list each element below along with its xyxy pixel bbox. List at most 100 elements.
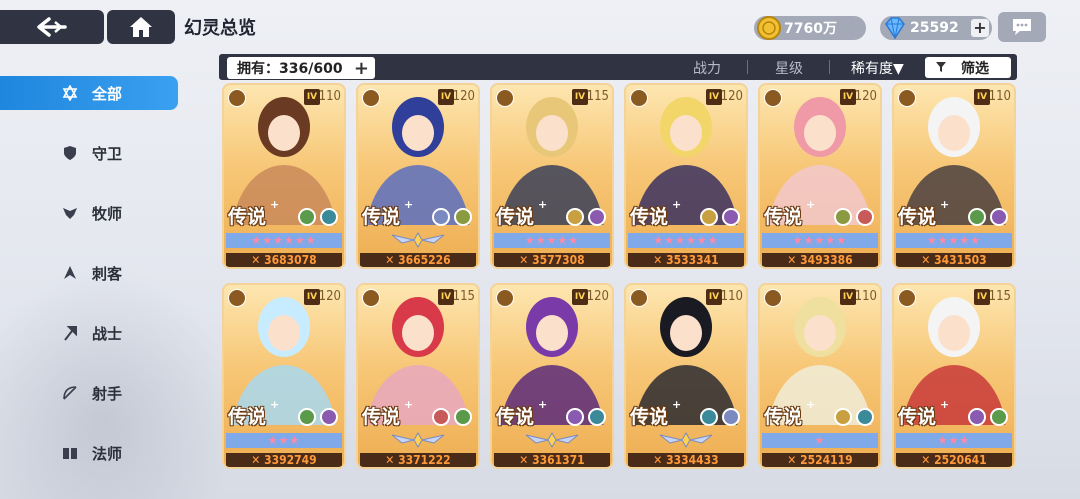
rarity-plus-icon: + xyxy=(404,198,414,211)
element-badge xyxy=(588,208,606,226)
tier-badge: IV xyxy=(438,289,454,305)
sidebar-item-1[interactable]: 守卫 xyxy=(0,136,180,170)
star-rating: ★★★★★ xyxy=(762,233,878,248)
combat-power: ✕ 2520641 xyxy=(896,453,1012,467)
element-badges xyxy=(968,408,1008,426)
element-badges xyxy=(834,408,874,426)
hero-level: 120 xyxy=(452,89,475,104)
sort-by-star[interactable]: 星级 xyxy=(775,58,803,78)
filter-bar: 拥有：336/600 + 战力 星级 稀有度▼ 筛选 xyxy=(219,54,1017,80)
element-badge xyxy=(856,408,874,426)
element-badge xyxy=(298,408,316,426)
sidebar-item-4[interactable]: 战士 xyxy=(0,316,180,350)
rarity-label: 传说 xyxy=(630,206,669,228)
class-icon xyxy=(228,89,246,107)
gold-coin-icon xyxy=(757,16,781,40)
hero-card[interactable]: IV 115 传说 + ★★★★★ ✕ 3577308 xyxy=(490,83,614,269)
rarity-plus-icon: + xyxy=(538,198,548,211)
expand-capacity-button[interactable]: + xyxy=(354,58,369,79)
power-value: 3392749 xyxy=(264,453,317,467)
rarity-plus-icon: + xyxy=(806,398,816,411)
sidebar-item-6[interactable]: 法师 xyxy=(0,436,180,470)
element-badges xyxy=(968,208,1008,226)
sidebar-item-5[interactable]: 射手 xyxy=(0,376,180,410)
tier-badge: IV xyxy=(304,89,320,105)
combat-power: ✕ 3493386 xyxy=(762,253,878,267)
hero-card[interactable]: IV 110 传说 + ✕ 3334433 xyxy=(624,283,748,469)
star-rating: ★★★★★★ xyxy=(226,233,342,248)
rarity-label: 传说 xyxy=(228,206,267,228)
power-value: 3665226 xyxy=(398,253,451,267)
element-badges xyxy=(432,208,472,226)
rarity-label: 传说 xyxy=(764,206,803,228)
hero-level: 120 xyxy=(586,289,609,304)
hero-card[interactable]: IV 120 传说 + ✕ 3665226 xyxy=(356,83,480,269)
hero-card[interactable]: IV 120 传说 + ★★★★★★ ✕ 3533341 xyxy=(624,83,748,269)
gold-amount: 7760万 xyxy=(784,21,837,37)
sidebar-item-0[interactable]: 全部 xyxy=(0,76,178,110)
owned-count[interactable]: 拥有：336/600 + xyxy=(227,57,375,79)
rarity-label: 传说 xyxy=(362,406,401,428)
hero-card[interactable]: IV 110 传说 + ★ ✕ 2524119 xyxy=(758,283,882,469)
sidebar-item-2[interactable]: 牧师 xyxy=(0,196,180,230)
element-badge xyxy=(320,208,338,226)
element-badges xyxy=(566,208,606,226)
hero-card[interactable]: IV 115 传说 + ✕ 3371222 xyxy=(356,283,480,469)
hero-card-grid: IV 110 传说 + ★★★★★★ ✕ 3683078 IV 120 传说 + xyxy=(222,83,1022,499)
diamond-icon xyxy=(885,17,905,40)
element-badge xyxy=(722,408,740,426)
star-rating: ★★★★★ xyxy=(494,233,610,248)
class-icon xyxy=(898,89,916,107)
home-button[interactable] xyxy=(107,10,175,44)
element-badge xyxy=(454,208,472,226)
power-value: 3361371 xyxy=(532,453,585,467)
hero-card[interactable]: IV 110 传说 + ★★★★★ ✕ 3431503 xyxy=(892,83,1016,269)
filter-label: 筛选 xyxy=(961,60,989,77)
element-badges xyxy=(566,408,606,426)
tier-badge: IV xyxy=(974,289,990,305)
rarity-plus-icon: + xyxy=(270,198,280,211)
awakening-wings-icon xyxy=(360,231,476,249)
sort-by-power[interactable]: 战力 xyxy=(693,58,721,78)
filter-button[interactable]: 筛选 xyxy=(925,57,1011,78)
owned-count-label: 拥有：336/600 xyxy=(237,61,343,77)
sidebar-item-3[interactable]: 刺客 xyxy=(0,256,180,290)
element-badge xyxy=(990,208,1008,226)
hero-card[interactable]: IV 120 传说 + ✕ 3361371 xyxy=(490,283,614,469)
back-button[interactable] xyxy=(0,10,104,44)
power-value: 3683078 xyxy=(264,253,317,267)
hero-level: 120 xyxy=(318,289,341,304)
rarity-label: 传说 xyxy=(898,206,937,228)
back-arrow-icon xyxy=(37,17,67,37)
hero-card[interactable]: IV 115 传说 + ★★★ ✕ 2520641 xyxy=(892,283,1016,469)
element-badge xyxy=(968,208,986,226)
star-rating: ★ xyxy=(762,433,878,448)
power-value: 2524119 xyxy=(800,453,853,467)
chat-button[interactable] xyxy=(998,12,1046,42)
combat-power: ✕ 3533341 xyxy=(628,253,744,267)
tier-badge: IV xyxy=(706,289,722,305)
tier-badge: IV xyxy=(840,289,856,305)
add-gems-button[interactable]: + xyxy=(971,19,989,37)
book-icon xyxy=(62,445,78,461)
rarity-plus-icon: + xyxy=(270,398,280,411)
axe-icon xyxy=(62,325,78,341)
rarity-label: 传说 xyxy=(630,406,669,428)
combat-power: ✕ 3371222 xyxy=(360,453,476,467)
power-value: 3533341 xyxy=(666,253,719,267)
element-badge xyxy=(700,208,718,226)
class-icon xyxy=(496,89,514,107)
gold-counter[interactable]: 7760万 xyxy=(754,16,866,40)
sidebar-item-label: 守卫 xyxy=(92,144,123,163)
class-icon xyxy=(496,289,514,307)
hero-card[interactable]: IV 110 传说 + ★★★★★★ ✕ 3683078 xyxy=(222,83,346,269)
sort-by-rarity[interactable]: 稀有度▼ xyxy=(851,58,904,78)
power-value: 3371222 xyxy=(398,453,451,467)
hero-card[interactable]: IV 120 传说 + ★★★ ✕ 3392749 xyxy=(222,283,346,469)
hero-card[interactable]: IV 120 传说 + ★★★★★ ✕ 3493386 xyxy=(758,83,882,269)
rarity-plus-icon: + xyxy=(940,398,950,411)
gem-counter[interactable]: 25592 + xyxy=(880,16,992,40)
rarity-label: 传说 xyxy=(898,406,937,428)
element-badge xyxy=(454,408,472,426)
rarity-plus-icon: + xyxy=(806,198,816,211)
